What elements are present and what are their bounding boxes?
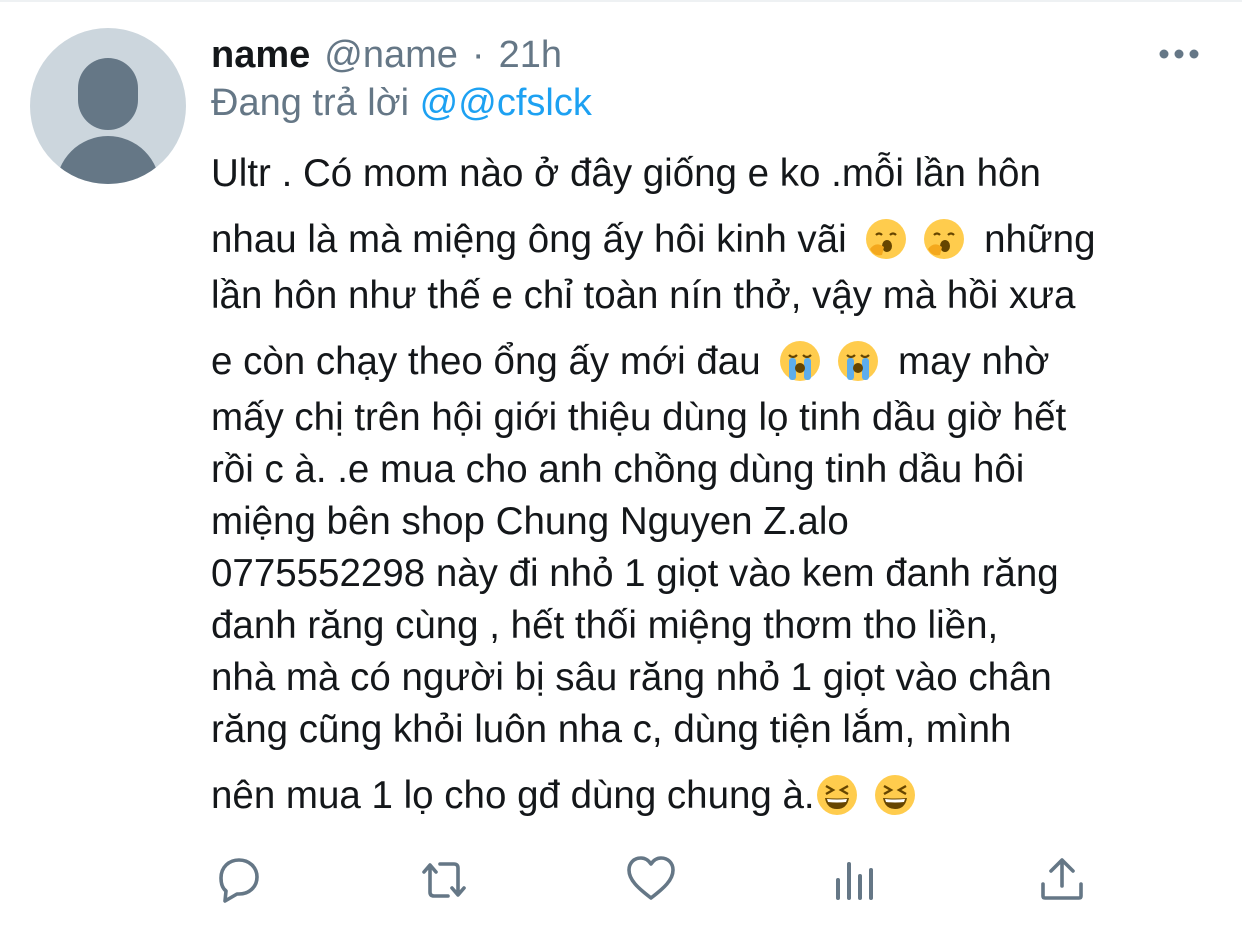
analytics-icon	[836, 862, 873, 900]
analytics-button[interactable]	[830, 850, 884, 910]
tweet-line: rồi c à. .e mua cho anh chồng dùng tinh …	[211, 448, 1025, 491]
tweet-line: lần hôn như thế e chỉ toàn nín thở, vậy …	[211, 274, 1076, 317]
like-button[interactable]	[624, 850, 678, 910]
yawning-face-emoji	[924, 218, 965, 259]
reply-button[interactable]	[211, 850, 265, 910]
tweet-actions-bar	[0, 850, 1242, 910]
tweet-line: 0775552298 này đi nhỏ 1 giọt vào kem đan…	[211, 552, 1059, 595]
avatar[interactable]	[30, 28, 186, 184]
meta-separator: ·	[471, 33, 485, 76]
more-dots-icon	[1159, 49, 1199, 59]
tweet-line-text: những	[984, 218, 1096, 261]
user-handle[interactable]: @name	[324, 34, 458, 77]
share-icon	[1041, 858, 1083, 900]
more-options-button[interactable]	[1156, 40, 1202, 68]
tweet-header: name @name · 21h	[211, 30, 562, 80]
avatar-head	[78, 58, 138, 130]
tweet-line: đanh răng cùng , hết thối miệng thơm tho…	[211, 604, 999, 647]
like-icon	[627, 856, 675, 900]
replying-to-label: Đang trả lời	[211, 82, 410, 124]
tweet-line-text: e còn chạy theo ổng ấy mới đau	[211, 340, 761, 383]
display-name[interactable]: name	[211, 34, 310, 77]
tweet-line: miệng bên shop Chung Nguyen Z.alo	[211, 500, 849, 543]
tweet-line: răng cũng khỏi luôn nha c, dùng tiện lắm…	[211, 708, 1012, 751]
grinning-squinting-face-emoji	[816, 774, 857, 815]
tweet-line: nhau là mà miệng ông ấy hôi kinh vãi nhữ…	[211, 214, 1095, 266]
avatar-body	[56, 136, 160, 184]
top-divider	[0, 0, 1242, 2]
retweet-button[interactable]	[414, 850, 468, 910]
replying-to: Đang trả lời @@cfslck	[211, 82, 592, 125]
tweet-line: nhà mà có người bị sâu răng nhỏ 1 giọt v…	[211, 656, 1052, 699]
tweet-line-text: nên mua 1 lọ cho gđ dùng chung à.	[211, 774, 815, 817]
grinning-squinting-face-emoji	[874, 774, 915, 815]
tweet-line-text: nhau là mà miệng ông ấy hôi kinh vãi	[211, 218, 847, 261]
replying-to-mention[interactable]: @@cfslck	[420, 82, 592, 124]
share-button[interactable]	[1035, 850, 1089, 910]
retweet-icon	[422, 862, 466, 898]
yawning-face-emoji	[866, 218, 907, 259]
reply-icon	[219, 858, 259, 903]
tweet-line-text: may nhờ	[898, 340, 1050, 383]
tweet-line: nên mua 1 lọ cho gđ dùng chung à.	[211, 770, 924, 822]
loudly-crying-face-emoji	[838, 340, 879, 381]
loudly-crying-face-emoji	[780, 340, 821, 381]
tweet-line: e còn chạy theo ổng ấy mới đau may nhờ	[211, 336, 1050, 388]
tweet-line: Ultr . Có mom nào ở đây giống e ko .mỗi …	[211, 152, 1041, 195]
tweet-timestamp[interactable]: 21h	[499, 34, 562, 77]
tweet-line: mấy chị trên hội giới thiệu dùng lọ tinh…	[211, 396, 1067, 439]
